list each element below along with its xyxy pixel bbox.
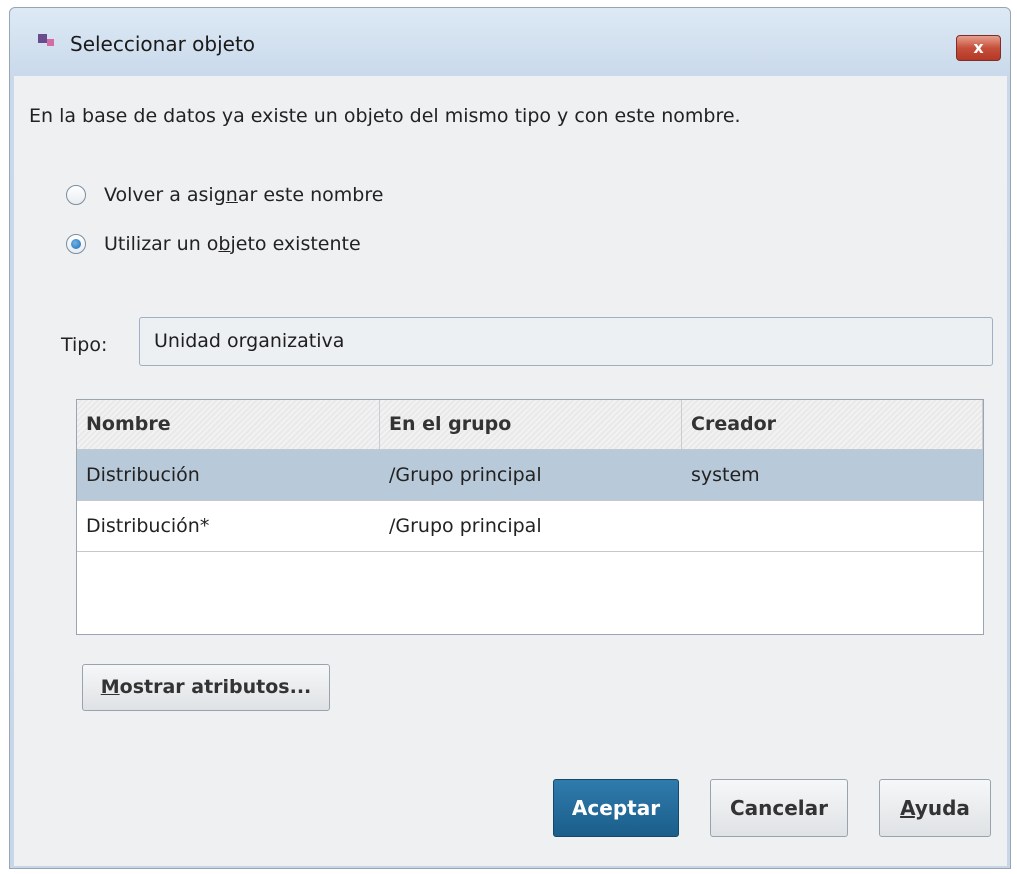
close-button[interactable]: x: [956, 35, 1001, 61]
window-title: Seleccionar objeto: [70, 32, 256, 56]
title-bar[interactable]: Seleccionar objeto x: [10, 8, 1010, 78]
cell-nombre: Distribución*: [86, 515, 210, 537]
tipo-field: Unidad organizativa: [139, 317, 993, 366]
radio-rename-indicator[interactable]: [66, 185, 86, 205]
radio-use-existing[interactable]: Utilizar un objeto existente: [66, 230, 361, 258]
tipo-label: Tipo:: [61, 334, 108, 356]
objects-table: Nombre En el grupo Creador Distribución …: [76, 399, 984, 635]
table-header: Nombre En el grupo Creador: [77, 400, 983, 450]
message-text: En la base de datos ya existe un objeto …: [29, 105, 741, 127]
cell-grupo: /Grupo principal: [389, 515, 542, 537]
cell-nombre: Distribución: [86, 464, 200, 486]
cancel-button[interactable]: Cancelar: [710, 779, 848, 837]
cell-creador: [682, 501, 983, 551]
table-row[interactable]: Distribución /Grupo principal system: [77, 450, 983, 501]
column-header-nombre[interactable]: Nombre: [77, 400, 380, 449]
dialog-body: En la base de datos ya existe un objeto …: [14, 76, 1007, 866]
radio-rename[interactable]: Volver a asignar este nombre: [66, 181, 383, 209]
app-icon: [36, 34, 58, 52]
radio-use-existing-indicator[interactable]: [66, 234, 86, 254]
dialog-window: Seleccionar objeto x En la base de datos…: [9, 7, 1011, 869]
radio-rename-label[interactable]: Volver a asignar este nombre: [104, 184, 383, 206]
help-button[interactable]: Ayuda: [879, 779, 991, 837]
column-header-grupo[interactable]: En el grupo: [380, 400, 682, 449]
show-attributes-button[interactable]: Mostrar atributos...: [82, 664, 330, 711]
column-header-creador[interactable]: Creador: [682, 400, 983, 449]
accept-button[interactable]: Aceptar: [553, 779, 679, 837]
cell-creador: system: [691, 464, 760, 486]
close-icon: x: [973, 38, 984, 57]
table-row[interactable]: Distribución* /Grupo principal: [77, 501, 983, 552]
cell-grupo: /Grupo principal: [389, 464, 542, 486]
radio-use-existing-label[interactable]: Utilizar un objeto existente: [104, 233, 361, 255]
